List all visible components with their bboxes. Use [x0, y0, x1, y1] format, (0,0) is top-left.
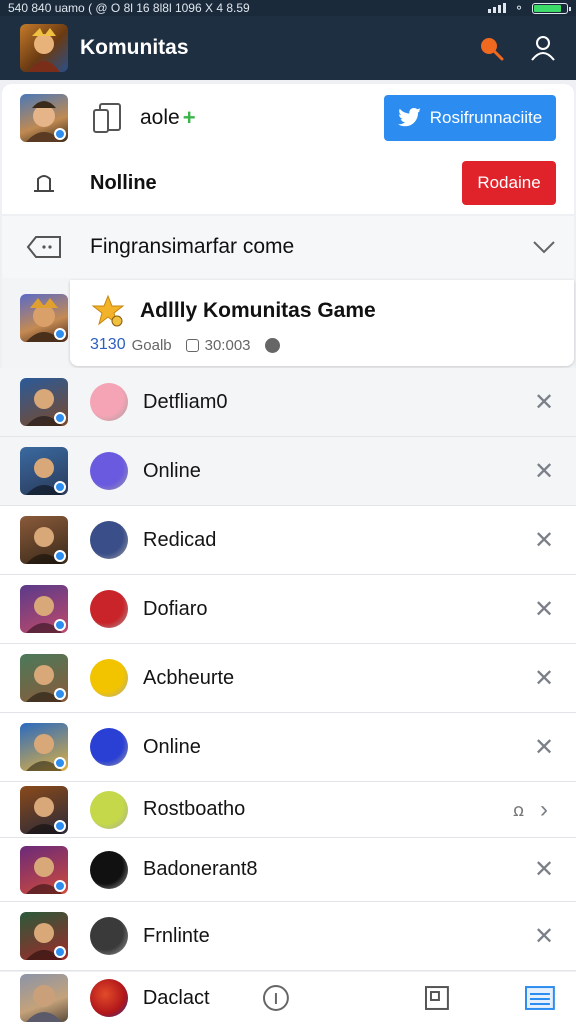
wifi-icon: ⚬: [513, 1, 524, 15]
close-icon[interactable]: ✕: [532, 595, 556, 624]
close-icon[interactable]: ✕: [532, 388, 556, 417]
filter-label: Fingransimarfar come: [90, 235, 295, 258]
list-item-label: Acbheurte: [143, 666, 235, 689]
tag-icon: [26, 236, 61, 258]
twitter-button-label: Rosifrunnaciite: [429, 108, 543, 127]
list-item-label: Detfliam0: [143, 390, 228, 413]
profile-avatar[interactable]: [20, 94, 68, 142]
list-item[interactable]: Rostboatho ꭥ ›: [0, 782, 576, 838]
list-item-label: Online: [143, 459, 201, 482]
status-bar: 540 840 uamo ( @ O 8l 16 8l8l 1096 X 4 8…: [0, 0, 576, 16]
list-item-label: Dofiaro: [143, 597, 208, 620]
community-panel[interactable]: Adllly Komunitas Game 3130 Goalb 30:003: [70, 280, 574, 366]
profile-name: aole: [140, 106, 180, 129]
bell-icon[interactable]: [20, 171, 68, 195]
list-item-avatar[interactable]: [20, 912, 68, 960]
game-icon: [90, 590, 128, 628]
bottom-nav: Daclact: [0, 972, 576, 1024]
battery-icon: [532, 2, 571, 14]
close-icon[interactable]: ✕: [532, 733, 556, 762]
list-item-avatar[interactable]: [20, 585, 68, 633]
square-icon[interactable]: [424, 985, 450, 1011]
list-item-label: Frnlinte: [143, 924, 210, 947]
list-item-avatar[interactable]: [20, 845, 68, 894]
bottom-label: Daclact: [142, 986, 210, 1009]
bottom-game-icon[interactable]: [90, 979, 128, 1017]
list-item-label: Badonerant8: [143, 858, 258, 880]
game-icon: [90, 383, 128, 421]
game-icon: [90, 917, 128, 955]
game-icon: [90, 728, 128, 766]
page-title: Komunitas: [80, 36, 189, 59]
signal-icon: [487, 3, 506, 13]
game-icon: [90, 659, 128, 697]
list-item-avatar[interactable]: [20, 378, 68, 426]
filter-dropdown[interactable]: Fingransimarfar come: [2, 216, 574, 278]
list-item-label: Rostboatho: [143, 798, 246, 820]
list-item[interactable]: Online ✕: [0, 437, 576, 506]
list-item[interactable]: Acbheurte ✕: [0, 644, 576, 713]
community-avatar[interactable]: [20, 294, 68, 342]
close-icon[interactable]: ✕: [532, 855, 556, 884]
app-bar: Komunitas: [0, 16, 576, 80]
list-item[interactable]: Frnlinte ✕: [0, 902, 576, 971]
chevron-right-icon[interactable]: ›: [532, 796, 556, 824]
profile-card: aole + Rosifrunnaciite Nolline Rodaine: [2, 84, 574, 214]
close-icon[interactable]: ✕: [532, 526, 556, 555]
star-badge-icon: [91, 294, 125, 327]
community-time: 30:003: [204, 336, 251, 354]
close-icon[interactable]: ✕: [532, 922, 556, 951]
twitter-button[interactable]: Rosifrunnaciite: [384, 95, 556, 141]
info-icon[interactable]: [262, 984, 290, 1012]
list-item[interactable]: Online ✕: [0, 713, 576, 782]
community-count: 3130: [90, 336, 126, 353]
menu-list-icon[interactable]: [524, 985, 556, 1011]
community-title: Adllly Komunitas Game: [140, 299, 376, 322]
game-list: Detfliam0 ✕ Online ✕ Redicad ✕ Dofiaro ✕ Acbheur…: [0, 368, 576, 971]
list-item-avatar[interactable]: [20, 516, 68, 564]
list-item[interactable]: Detfliam0 ✕: [0, 368, 576, 437]
game-icon: [90, 452, 128, 490]
user-icon[interactable]: [530, 35, 556, 61]
close-icon[interactable]: ✕: [532, 664, 556, 693]
community-card[interactable]: Adllly Komunitas Game 3130 Goalb 30:003: [2, 278, 574, 368]
list-item[interactable]: Dofiaro ✕: [0, 575, 576, 644]
twitter-icon: [397, 108, 421, 127]
game-icon: [90, 790, 128, 829]
app-avatar[interactable]: [20, 24, 68, 72]
list-item-extra: ꭥ: [513, 799, 524, 820]
search-icon[interactable]: [478, 35, 504, 61]
status-text: 540 840 uamo ( @ O 8l 16 8l8l 1096 X 4 8…: [8, 1, 250, 15]
plus-icon[interactable]: +: [183, 105, 384, 131]
copy-icon[interactable]: [90, 100, 126, 136]
list-item-label: Online: [143, 735, 201, 758]
list-item-avatar[interactable]: [20, 723, 68, 771]
game-icon: [90, 521, 128, 559]
close-icon[interactable]: ✕: [532, 457, 556, 486]
globe-icon: [264, 337, 280, 353]
list-item-label: Redicad: [143, 528, 217, 551]
chevron-down-icon[interactable]: [532, 240, 556, 254]
game-icon: [90, 850, 128, 889]
list-item[interactable]: Badonerant8 ✕: [0, 838, 576, 902]
list-item[interactable]: Redicad ✕: [0, 506, 576, 575]
list-item-avatar[interactable]: [20, 447, 68, 495]
list-item-avatar[interactable]: [20, 785, 68, 834]
clock-icon: [185, 338, 199, 352]
notice-button[interactable]: Rodaine: [462, 161, 556, 205]
bottom-avatar[interactable]: [20, 974, 68, 1022]
notice-label: Nolline: [90, 171, 157, 194]
list-item-avatar[interactable]: [20, 654, 68, 702]
community-meta-label: Goalb: [131, 336, 172, 354]
